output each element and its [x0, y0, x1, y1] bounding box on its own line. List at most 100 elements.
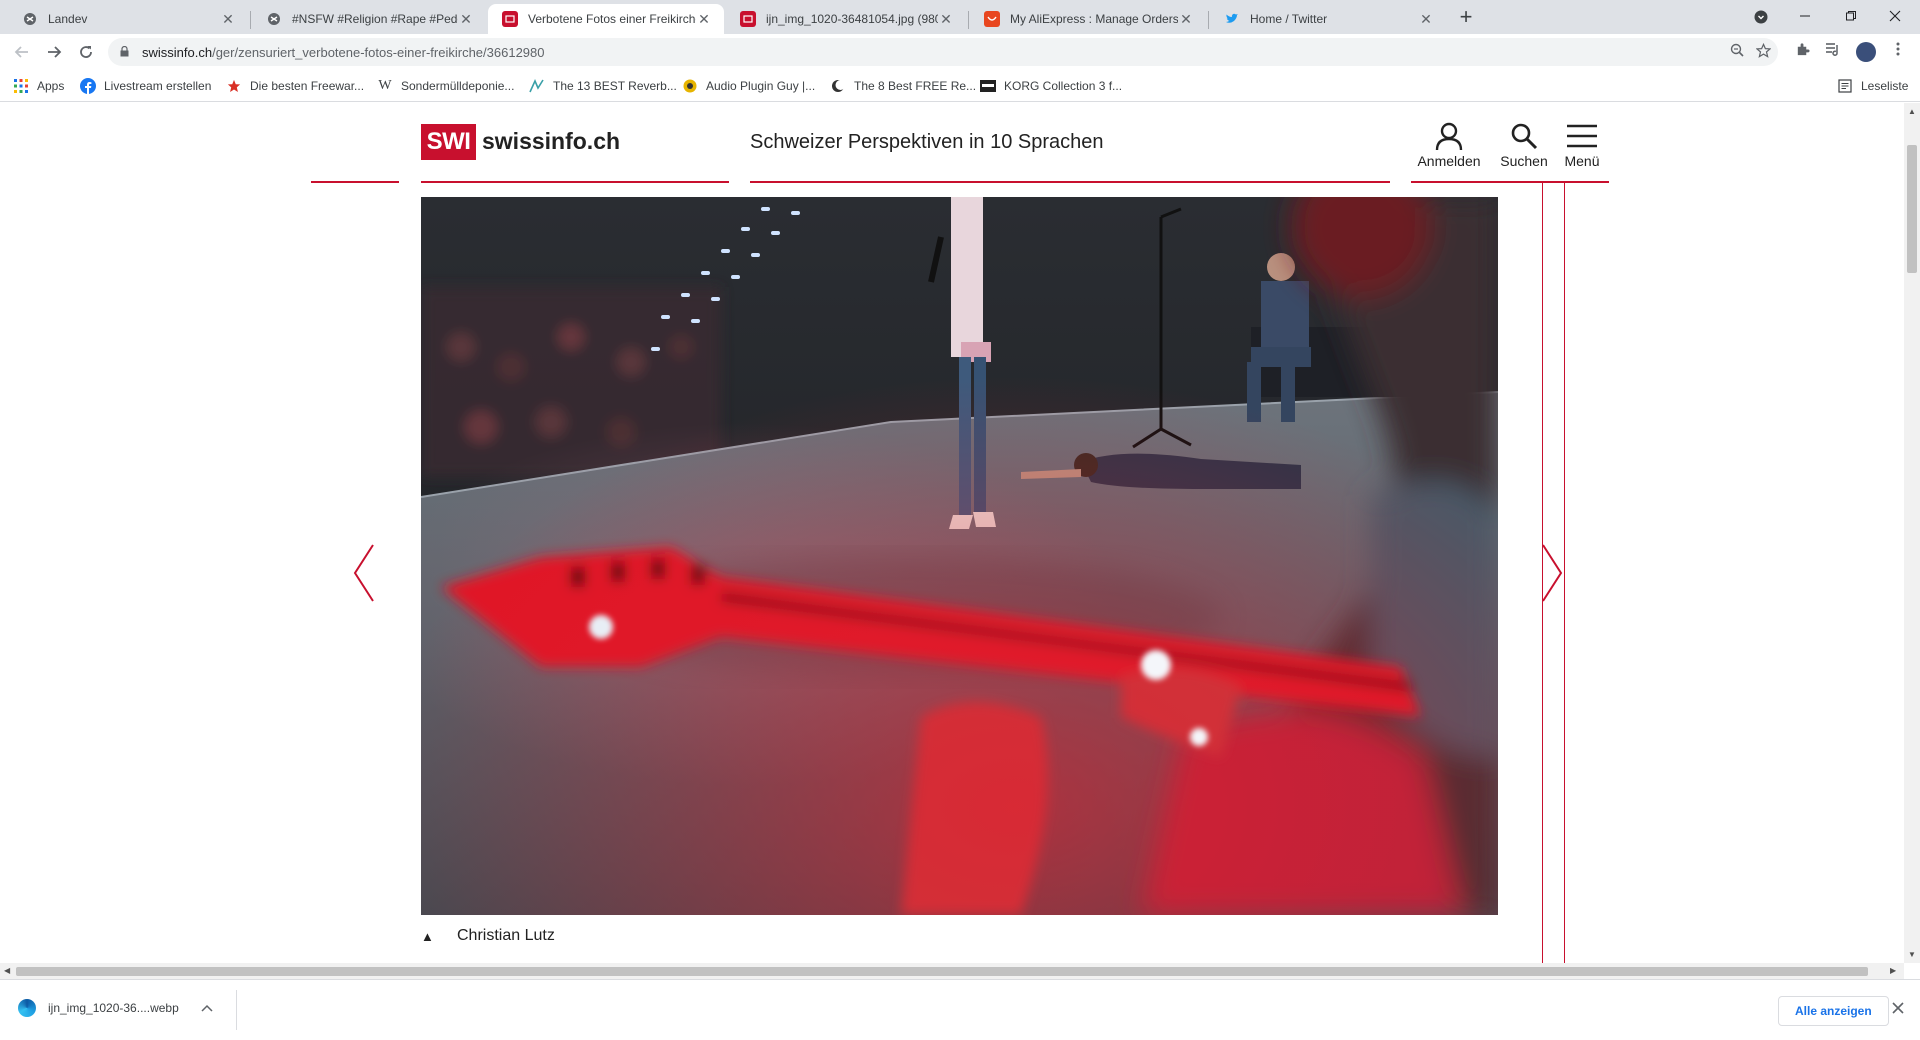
- bookmark-label: Audio Plugin Guy |...: [706, 79, 816, 93]
- close-icon[interactable]: ✕: [1418, 11, 1434, 28]
- gallery-next-button[interactable]: [1540, 543, 1564, 608]
- login-button[interactable]: Anmelden: [1414, 121, 1484, 169]
- browser-tab[interactable]: ijn_img_1020-36481054.jpg (980 ✕: [726, 4, 966, 34]
- bookmark-item[interactable]: The 13 BEST Reverb...: [529, 78, 677, 94]
- aliexpress-icon: [984, 11, 1000, 27]
- restore-icon[interactable]: [1828, 0, 1874, 34]
- back-arrow-icon[interactable]: [10, 40, 34, 64]
- gallery-prev-button[interactable]: [352, 543, 376, 608]
- bookmark-label: The 8 Best FREE Re...: [854, 79, 977, 93]
- edge-file-icon: [18, 999, 36, 1017]
- minimize-icon[interactable]: [1782, 0, 1828, 34]
- url-path: /ger/zensuriert_verbotene-fotos-einer-fr…: [212, 45, 545, 60]
- search-icon: [1511, 123, 1538, 150]
- tab-separator: [250, 11, 251, 29]
- address-bar[interactable]: swissinfo.ch/ger/zensuriert_verbotene-fo…: [108, 38, 1778, 66]
- forward-arrow-icon[interactable]: [42, 40, 66, 64]
- menu-button[interactable]: Menü: [1560, 121, 1604, 169]
- bookmark-label: The 13 BEST Reverb...: [553, 79, 677, 93]
- login-label: Anmelden: [1417, 153, 1481, 169]
- scroll-down-icon[interactable]: ▼: [1904, 950, 1920, 959]
- vertical-scrollbar[interactable]: ▲ ▼: [1904, 103, 1920, 963]
- download-divider: [236, 990, 237, 1030]
- bookmark-item[interactable]: KORG Collection 3 f...: [980, 78, 1122, 94]
- korg-icon: [980, 78, 996, 94]
- scrollbar-thumb[interactable]: [16, 967, 1868, 976]
- tab-separator: [1208, 11, 1209, 29]
- close-download-shelf-icon[interactable]: [1892, 998, 1904, 1019]
- reading-list[interactable]: Leseliste: [1837, 78, 1908, 94]
- download-item[interactable]: ijn_img_1020-36....webp: [18, 999, 213, 1017]
- site-tagline: Schweizer Perspektiven in 10 Sprachen: [750, 131, 1104, 153]
- caption-toggle-icon[interactable]: ▲: [421, 929, 435, 944]
- url-host: swissinfo.ch: [142, 45, 213, 60]
- plugin-icon: [682, 78, 698, 94]
- chevron-up-icon[interactable]: [201, 1001, 213, 1015]
- header-divider: [1411, 181, 1609, 183]
- gallery-photo[interactable]: [421, 197, 1498, 915]
- web-page: SWI swissinfo.ch Schweizer Perspektiven …: [0, 103, 1904, 963]
- browser-tab[interactable]: Landev ✕: [8, 4, 248, 34]
- site-logo-text[interactable]: swissinfo.ch: [482, 128, 620, 155]
- scroll-right-icon[interactable]: ▶: [1890, 966, 1896, 975]
- profile-avatar[interactable]: [1856, 42, 1876, 62]
- swi-logo[interactable]: SWI: [421, 124, 476, 160]
- close-icon[interactable]: ✕: [696, 11, 712, 28]
- bookmark-item[interactable]: The 8 Best FREE Re...: [830, 78, 976, 94]
- tab-title: #NSFW #Religion #Rape #Pedo: [292, 12, 458, 26]
- swi-icon: [502, 11, 518, 27]
- browser-tab[interactable]: #NSFW #Religion #Rape #Pedo ✕: [252, 4, 486, 34]
- globe-icon: [266, 11, 282, 27]
- browser-tab-active[interactable]: Verbotene Fotos einer Freikirche ✕: [488, 4, 724, 34]
- bookmark-apps[interactable]: Apps: [13, 78, 64, 94]
- header-divider: [421, 181, 729, 183]
- media-control-icon[interactable]: [1823, 42, 1843, 62]
- close-icon[interactable]: ✕: [220, 11, 236, 28]
- horizontal-scrollbar[interactable]: ◀ ▶: [0, 963, 1904, 979]
- star-icon: [226, 78, 242, 94]
- lock-icon: [120, 46, 129, 57]
- scroll-left-icon[interactable]: ◀: [4, 966, 10, 975]
- chevron-right-icon: [1542, 544, 1563, 602]
- tab-title: My AliExpress : Manage Orders: [1010, 12, 1178, 26]
- bookmark-item[interactable]: W Sondermülldeponie...: [377, 78, 514, 94]
- scroll-up-icon[interactable]: ▲: [1904, 107, 1920, 116]
- twitter-icon: [1224, 11, 1240, 27]
- zoom-icon[interactable]: [1728, 43, 1746, 61]
- new-tab-button[interactable]: +: [1453, 4, 1479, 30]
- photo-caption: ▲ Christian Lutz: [421, 927, 555, 945]
- tab-strip: Landev ✕ #NSFW #Religion #Rape #Pedo ✕ V…: [0, 0, 1920, 34]
- bookmark-item[interactable]: Audio Plugin Guy |...: [682, 78, 815, 94]
- scrollbar-thumb[interactable]: [1907, 145, 1917, 273]
- close-icon[interactable]: ✕: [458, 11, 474, 28]
- tab-title: Verbotene Fotos einer Freikirche: [528, 12, 696, 26]
- hamburger-icon: [1567, 124, 1597, 148]
- bookmark-item[interactable]: Livestream erstellen: [80, 78, 211, 94]
- tab-title: Landev: [48, 12, 88, 26]
- browser-tab[interactable]: My AliExpress : Manage Orders ✕: [970, 4, 1206, 34]
- browser-tab[interactable]: Home / Twitter ✕: [1210, 4, 1446, 34]
- browser-toolbar: swissinfo.ch/ger/zensuriert_verbotene-fo…: [0, 34, 1920, 70]
- close-icon[interactable]: ✕: [1178, 11, 1194, 28]
- bookmark-label: KORG Collection 3 f...: [1004, 79, 1123, 93]
- show-all-downloads-button[interactable]: Alle anzeigen: [1778, 996, 1889, 1026]
- extensions-icon[interactable]: [1792, 42, 1812, 62]
- bookmark-item[interactable]: Die besten Freewar...: [226, 78, 364, 94]
- bookmark-label: Apps: [37, 79, 65, 93]
- bookmark-star-icon[interactable]: [1754, 42, 1772, 61]
- apps-grid-icon: [13, 78, 29, 94]
- reload-icon[interactable]: [74, 40, 98, 64]
- reading-list-label: Leseliste: [1861, 79, 1909, 93]
- more-menu-icon[interactable]: [1888, 42, 1908, 62]
- swi-icon: [740, 11, 756, 27]
- facebook-icon: [80, 78, 96, 94]
- reading-list-icon: [1837, 78, 1853, 94]
- music-icon: [529, 78, 545, 94]
- bookmarks-bar: Apps Livestream erstellen Die besten Fre…: [0, 70, 1920, 102]
- search-label: Suchen: [1500, 153, 1548, 169]
- tab-search-icon[interactable]: [1738, 0, 1784, 34]
- tab-title: Home / Twitter: [1250, 12, 1328, 26]
- search-button[interactable]: Suchen: [1496, 121, 1552, 169]
- window-close-icon[interactable]: [1872, 0, 1918, 34]
- close-icon[interactable]: ✕: [938, 11, 954, 28]
